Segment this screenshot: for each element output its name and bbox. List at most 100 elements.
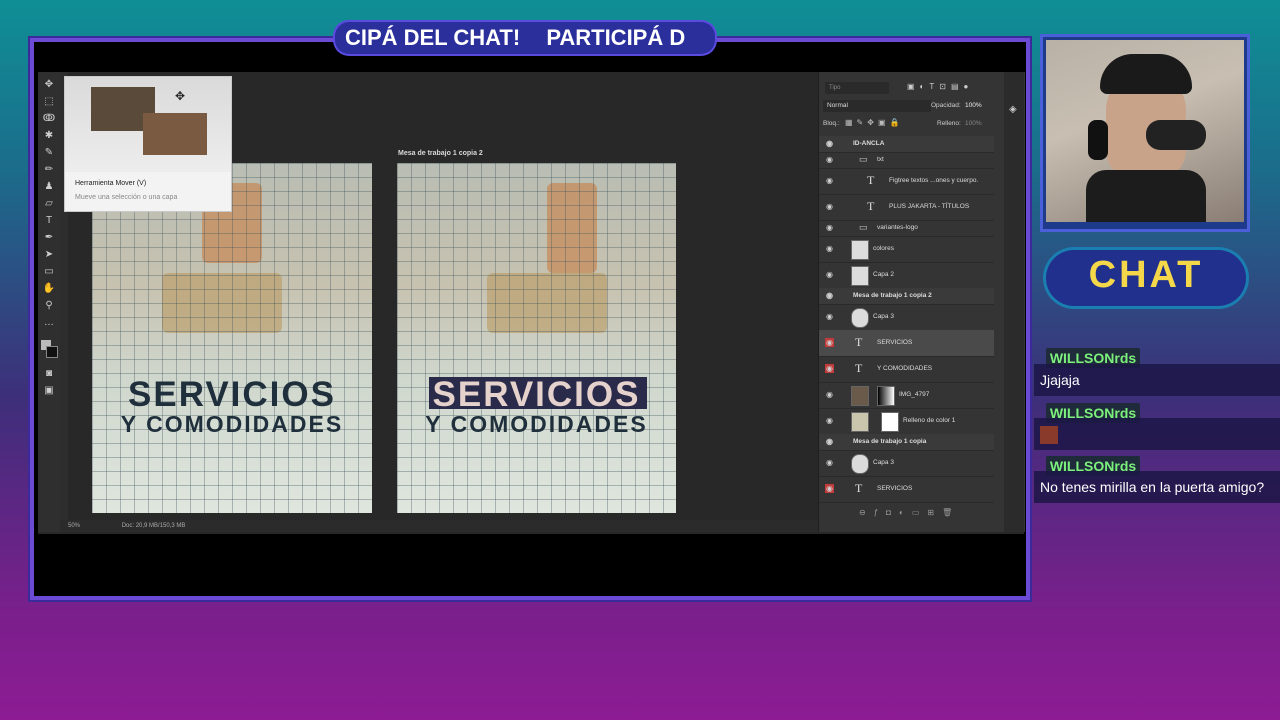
- layer-filter-icons[interactable]: ▣◐T⊡▤●: [907, 82, 973, 91]
- streamer-shirt: [1086, 170, 1206, 222]
- layer-actions-icons[interactable]: ⊖ƒ◘◐▭⊞🗑: [859, 508, 960, 517]
- layer-row[interactable]: ◉ ID-ANCLA: [819, 136, 994, 153]
- eyedropper-tool-icon[interactable]: ✎: [41, 146, 57, 160]
- eye-icon[interactable]: ◉: [825, 458, 834, 467]
- path-select-tool-icon[interactable]: ➤: [41, 248, 57, 262]
- pen-tool-icon[interactable]: ✒: [41, 231, 57, 245]
- status-bar: 50% Doc: 20,9 MB/150,3 MB: [60, 520, 820, 532]
- layer-thumbnail: [851, 266, 869, 286]
- artboard-subtitle: Y COMODIDADES: [120, 411, 344, 437]
- tooltip-preview: ✥: [65, 77, 231, 172]
- layer-row[interactable]: ◉ Capa 3: [819, 450, 994, 477]
- ticker-text-2: PARTICIPÁ D: [546, 25, 686, 50]
- webcam-video: [1046, 40, 1244, 222]
- layer-row-selected[interactable]: ◉ T SERVICIOS: [819, 330, 994, 357]
- doc-size: Doc: 20,9 MB/150,3 MB: [121, 523, 186, 529]
- type-tool-icon[interactable]: T: [41, 214, 57, 228]
- hand-tool-icon[interactable]: ✋: [41, 282, 57, 296]
- eye-icon[interactable]: ◉: [825, 312, 834, 321]
- zoom-level[interactable]: 50%: [68, 523, 80, 529]
- ticker-text-1: CIPÁ DEL CHAT!: [345, 25, 521, 50]
- fill-value[interactable]: 100%: [965, 120, 982, 127]
- layer-row[interactable]: ◉ Capa 3: [819, 304, 994, 331]
- artboard-right[interactable]: SERVICIOS Y COMODIDADES: [397, 163, 676, 513]
- move-tool-icon[interactable]: ✥: [41, 78, 57, 92]
- layer-thumbnail: [851, 308, 869, 328]
- text-layer-icon: T: [867, 199, 875, 213]
- blend-mode-select[interactable]: Normal: [823, 100, 931, 112]
- quick-mask-icon[interactable]: ◙: [41, 367, 57, 381]
- layer-name: Y COMODIDADES: [877, 365, 933, 372]
- text-layer-icon: T: [855, 335, 863, 349]
- eye-icon[interactable]: ◉: [825, 364, 834, 373]
- eye-icon[interactable]: ◉: [825, 338, 834, 347]
- eye-icon[interactable]: ◉: [825, 484, 834, 493]
- rectangle-tool-icon[interactable]: ▭: [41, 265, 57, 279]
- layer-row[interactable]: ◉ IMG_4797: [819, 382, 994, 409]
- artboard-subtitle[interactable]: Y COMODIDADES: [397, 411, 676, 438]
- grid-overlay: [92, 163, 372, 513]
- eye-icon[interactable]: ◉: [825, 176, 834, 185]
- layer-row[interactable]: ◉ Relleno de color 1: [819, 408, 994, 435]
- eye-icon[interactable]: ◉: [825, 202, 834, 211]
- background-color-swatch[interactable]: [46, 346, 58, 358]
- lasso-tool-icon[interactable]: ↂ: [41, 112, 57, 126]
- layer-row[interactable]: ◉ T Figtree textos ...ones y cuerpo.: [819, 168, 994, 195]
- eye-icon[interactable]: ◉: [825, 139, 834, 148]
- eye-icon[interactable]: ◉: [825, 270, 834, 279]
- screen-mode-icon[interactable]: ▣: [41, 384, 57, 398]
- folder-icon: ▭: [859, 154, 868, 164]
- tool-tooltip: ✥ Herramienta Mover (V) Mueve una selecc…: [64, 76, 232, 212]
- brush-tool-icon[interactable]: ✏: [41, 163, 57, 177]
- layer-row[interactable]: ◉ T PLUS JAKARTA - TÍTULOS: [819, 194, 994, 221]
- more-tools-icon[interactable]: …: [41, 316, 57, 330]
- chat-message: [1034, 418, 1280, 450]
- stamp-tool-icon[interactable]: ♟: [41, 180, 57, 194]
- eye-icon[interactable]: ◉: [825, 437, 834, 446]
- lock-icons[interactable]: ▦✎✥▣🔒: [845, 118, 903, 127]
- chat-message: No tenes mirilla en la puerta amigo?: [1034, 471, 1280, 503]
- headphones: [1088, 120, 1108, 160]
- mask-thumbnail: [877, 386, 895, 406]
- layer-row[interactable]: ◉ colores: [819, 236, 994, 263]
- layer-row[interactable]: ◉ ▭ variantes-logo: [819, 220, 994, 237]
- eye-icon[interactable]: ◉: [825, 223, 834, 232]
- layer-row[interactable]: ◉ T Y COMODIDADES: [819, 356, 994, 383]
- artboard-title-selected[interactable]: SERVICIOS: [397, 375, 676, 415]
- mask-thumbnail: [881, 412, 899, 432]
- tooltip-preview-image-2: [143, 113, 207, 155]
- layer-name: Mesa de trabajo 1 copia 2: [853, 292, 932, 299]
- lock-label: Bloq.:: [823, 120, 840, 127]
- layer-name: Capa 2: [873, 271, 894, 278]
- layer-search-input[interactable]: Tipo: [825, 82, 889, 94]
- zoom-tool-icon[interactable]: ⚲: [41, 299, 57, 313]
- chat-message: Jjajaja: [1034, 364, 1280, 396]
- marquee-tool-icon[interactable]: ⬚: [41, 95, 57, 109]
- folder-icon: ▭: [859, 222, 868, 232]
- eye-icon[interactable]: ◉: [825, 155, 834, 164]
- microphone: [1146, 120, 1206, 150]
- layer-row[interactable]: ◉ Mesa de trabajo 1 copia 2: [819, 288, 994, 305]
- layer-thumbnail: [851, 412, 869, 432]
- layer-name: ID-ANCLA: [853, 140, 885, 147]
- layers-dock-icon[interactable]: ◈: [1009, 104, 1017, 115]
- layer-row[interactable]: ◉ ▭ txt: [819, 152, 994, 169]
- eye-icon[interactable]: ◉: [825, 390, 834, 399]
- layer-row[interactable]: ◉ Mesa de trabajo 1 copia: [819, 434, 994, 451]
- layer-row[interactable]: ◉ Capa 2: [819, 262, 994, 289]
- artboard-left[interactable]: SERVICIOS Y COMODIDADES: [92, 163, 372, 513]
- layer-name: Capa 3: [873, 459, 894, 466]
- grid-overlay: [397, 163, 676, 513]
- opacity-value[interactable]: 100%: [965, 102, 982, 109]
- layer-name: Relleno de color 1: [903, 417, 956, 424]
- layer-thumbnail: [851, 240, 869, 260]
- magic-wand-tool-icon[interactable]: ✱: [41, 129, 57, 143]
- eraser-tool-icon[interactable]: ▱: [41, 197, 57, 211]
- text-layer-icon: T: [855, 481, 863, 495]
- layer-name: variantes-logo: [877, 224, 918, 231]
- move-cursor-icon: ✥: [175, 89, 186, 103]
- eye-icon[interactable]: ◉: [825, 291, 834, 300]
- eye-icon[interactable]: ◉: [825, 244, 834, 253]
- eye-icon[interactable]: ◉: [825, 416, 834, 425]
- layer-row[interactable]: ◉ T SERVICIOS: [819, 476, 994, 503]
